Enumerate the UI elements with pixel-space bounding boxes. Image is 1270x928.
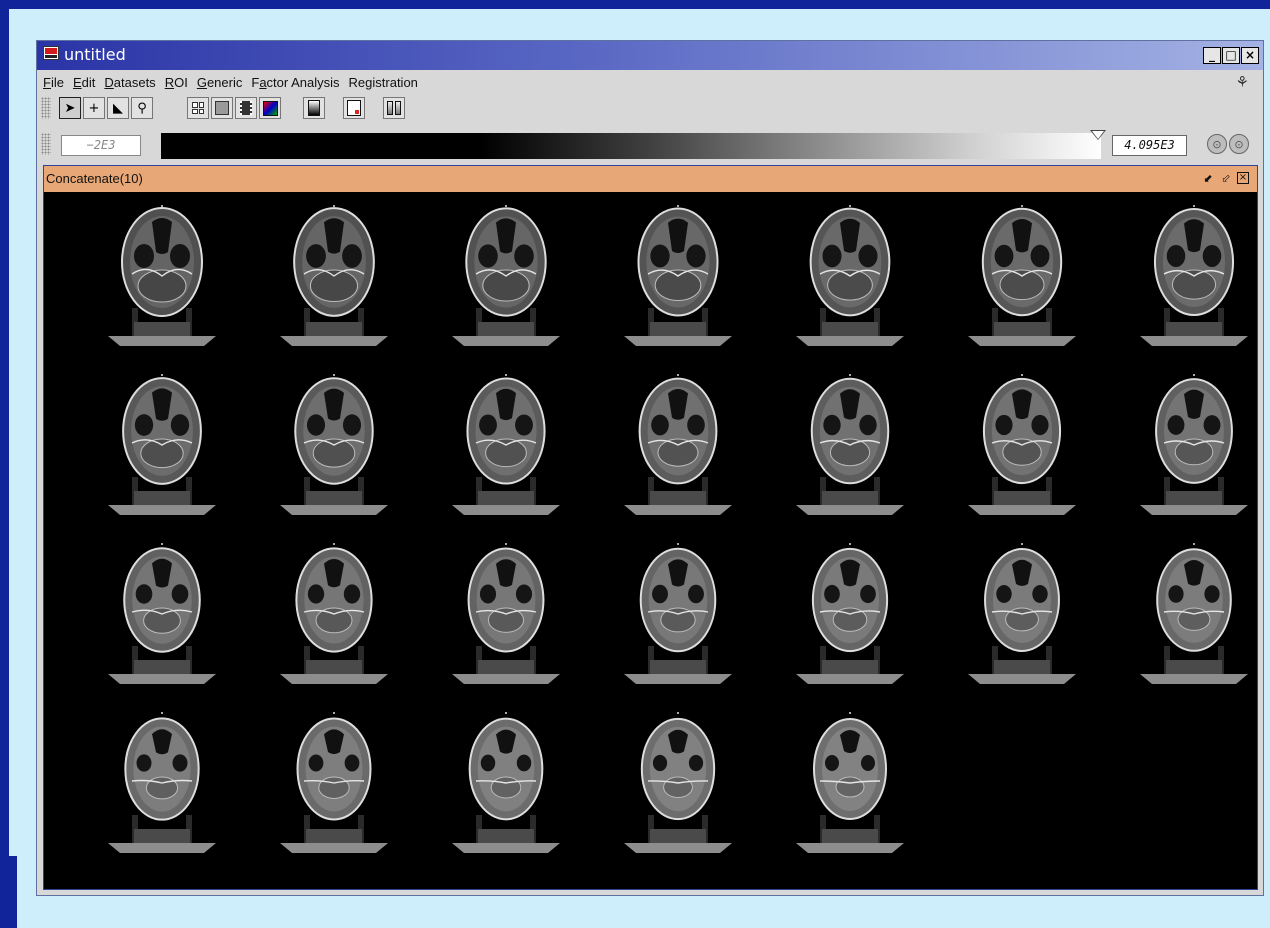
pointer-tool-button[interactable]: ➤: [59, 97, 81, 119]
max-threshold-handle[interactable]: [1090, 130, 1106, 140]
ct-slice[interactable]: [264, 373, 404, 523]
maximize-button[interactable]: □: [1222, 47, 1240, 64]
menu-item-factor-analysis[interactable]: Factor Analysis: [251, 75, 339, 90]
color-map-button[interactable]: [259, 97, 281, 119]
app-logo-icon[interactable]: [43, 46, 59, 60]
lut-red-button[interactable]: [343, 97, 365, 119]
ct-slice[interactable]: [92, 711, 232, 861]
crosshair-tool-button[interactable]: +: [83, 97, 105, 119]
close-button[interactable]: ×: [1241, 47, 1259, 64]
ct-slice[interactable]: [92, 542, 232, 692]
single-view-icon: [215, 101, 229, 115]
lut-dual-icon: [387, 101, 401, 115]
ct-slice[interactable]: [780, 204, 920, 354]
region-select-button[interactable]: ◣: [107, 97, 129, 119]
tile-grid-icon: [192, 102, 204, 114]
colorbar-row: −2E3 4.095E3 ⊙ ⊙: [37, 123, 1263, 163]
ct-slice[interactable]: [1124, 542, 1257, 692]
region-select-icon: ◣: [113, 100, 123, 116]
dataset-window-controls: ⬋ ⬃ ×: [1201, 171, 1249, 185]
film-strip-icon: [240, 101, 252, 115]
colorbar-grip[interactable]: [41, 133, 51, 155]
ct-slice[interactable]: [92, 204, 232, 354]
main-window: untitled _ □ × File Edit Datasets ROI Generi…: [36, 40, 1264, 896]
desktop-top-bar: [0, 0, 1270, 9]
window-controls: _ □ ×: [1203, 47, 1259, 64]
color-map-icon: [262, 100, 278, 116]
lut-red-icon: [347, 100, 361, 116]
ct-slice[interactable]: [92, 373, 232, 523]
ct-slice[interactable]: [780, 542, 920, 692]
menu-item-generic[interactable]: Generic: [197, 75, 243, 90]
crosshair-icon: +: [88, 100, 100, 116]
menu-item-file[interactable]: File: [43, 75, 64, 90]
ct-slice[interactable]: [952, 373, 1092, 523]
tile-grid-button[interactable]: [187, 97, 209, 119]
ct-slice[interactable]: [780, 711, 920, 861]
ct-slice[interactable]: [436, 204, 576, 354]
ct-slice[interactable]: [952, 204, 1092, 354]
close-icon[interactable]: ×: [1237, 172, 1249, 184]
zoom-out-button[interactable]: ⊙: [1207, 134, 1227, 154]
zoom-in-button[interactable]: ⊙: [1229, 134, 1249, 154]
minimize-button[interactable]: _: [1203, 47, 1221, 64]
ct-slice[interactable]: [436, 711, 576, 861]
menu-item-datasets[interactable]: Datasets: [104, 75, 155, 90]
ct-slice[interactable]: [264, 711, 404, 861]
zoom-out-icon: ⊙: [1212, 137, 1222, 151]
ct-slice[interactable]: [608, 204, 748, 354]
max-value-field[interactable]: 4.095E3: [1112, 135, 1187, 156]
magnify-button[interactable]: ⚲: [131, 97, 153, 119]
pointer-icon: ➤: [64, 100, 76, 116]
grayscale-colorbar[interactable]: [161, 133, 1101, 159]
toolbar: ➤ + ◣ ⚲: [37, 95, 1263, 122]
ct-slice[interactable]: [780, 373, 920, 523]
menu-items: File Edit Datasets ROI Generic Factor Analysi…: [43, 75, 418, 90]
ct-slice[interactable]: [436, 542, 576, 692]
window-title: untitled: [64, 45, 126, 64]
lut-grey-button[interactable]: [303, 97, 325, 119]
dataset-title-bar[interactable]: Concatenate(10) ⬋ ⬃ ×: [44, 166, 1257, 192]
ct-slice[interactable]: [608, 373, 748, 523]
toolbar-grip[interactable]: [41, 97, 51, 119]
dataset-window: Concatenate(10) ⬋ ⬃ ×: [43, 165, 1258, 890]
ct-slice[interactable]: [952, 542, 1092, 692]
title-bar[interactable]: untitled _ □ ×: [37, 41, 1263, 70]
menu-item-edit[interactable]: Edit: [73, 75, 95, 90]
slice-viewer[interactable]: [44, 192, 1257, 889]
menu-item-roi[interactable]: ROI: [165, 75, 188, 90]
undock-icon[interactable]: ⬋: [1201, 171, 1215, 185]
ct-slice[interactable]: [1124, 204, 1257, 354]
lut-dual-button[interactable]: [383, 97, 405, 119]
ct-slice[interactable]: [264, 204, 404, 354]
dataset-title: Concatenate(10): [46, 171, 143, 186]
min-value-field[interactable]: −2E3: [61, 135, 141, 156]
lut-grey-icon: [308, 100, 320, 116]
single-view-button[interactable]: [211, 97, 233, 119]
ct-slice[interactable]: [1124, 373, 1257, 523]
ct-slice[interactable]: [436, 373, 576, 523]
tree-icon: ⚘: [1235, 73, 1249, 91]
dock-icon[interactable]: ⬃: [1219, 171, 1233, 185]
menu-item-registration[interactable]: Registration: [349, 75, 418, 90]
ct-slice[interactable]: [608, 542, 748, 692]
desktop-left-mark: [9, 856, 17, 928]
zoom-in-icon: ⊙: [1234, 137, 1244, 151]
menu-bar: File Edit Datasets ROI Generic Factor Analysi…: [37, 70, 1263, 94]
ct-slice[interactable]: [608, 711, 748, 861]
magnify-icon: ⚲: [137, 100, 147, 116]
film-strip-button[interactable]: [235, 97, 257, 119]
ct-slice[interactable]: [264, 542, 404, 692]
desktop-left-bar: [0, 0, 9, 928]
